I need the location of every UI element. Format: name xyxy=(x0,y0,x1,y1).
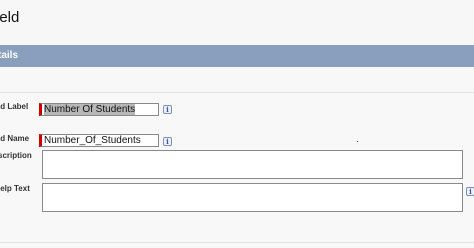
field-label-label: ld Label xyxy=(0,102,29,111)
page-title: ield xyxy=(0,9,20,26)
section-header: tails xyxy=(0,45,474,67)
stray-dot xyxy=(357,141,358,142)
field-name-info-icon[interactable]: i xyxy=(163,137,172,146)
field-name-input[interactable]: Number_Of_Students xyxy=(39,134,159,147)
help-text-info-icon[interactable]: i xyxy=(466,187,474,196)
description-textarea[interactable] xyxy=(42,150,463,179)
section-header-label: tails xyxy=(0,50,19,61)
help-text-label: lelp Text xyxy=(0,184,30,193)
field-label-info-icon[interactable]: i xyxy=(163,105,172,114)
field-name-label: ld Name xyxy=(0,134,30,143)
field-label-value: Number Of Students xyxy=(44,104,136,115)
field-label-input[interactable]: Number Of Students xyxy=(39,103,159,116)
description-label: scription xyxy=(0,151,32,160)
panel-divider xyxy=(0,92,474,93)
field-name-value: Number_Of_Students xyxy=(44,135,141,146)
help-text-textarea[interactable] xyxy=(42,183,463,212)
